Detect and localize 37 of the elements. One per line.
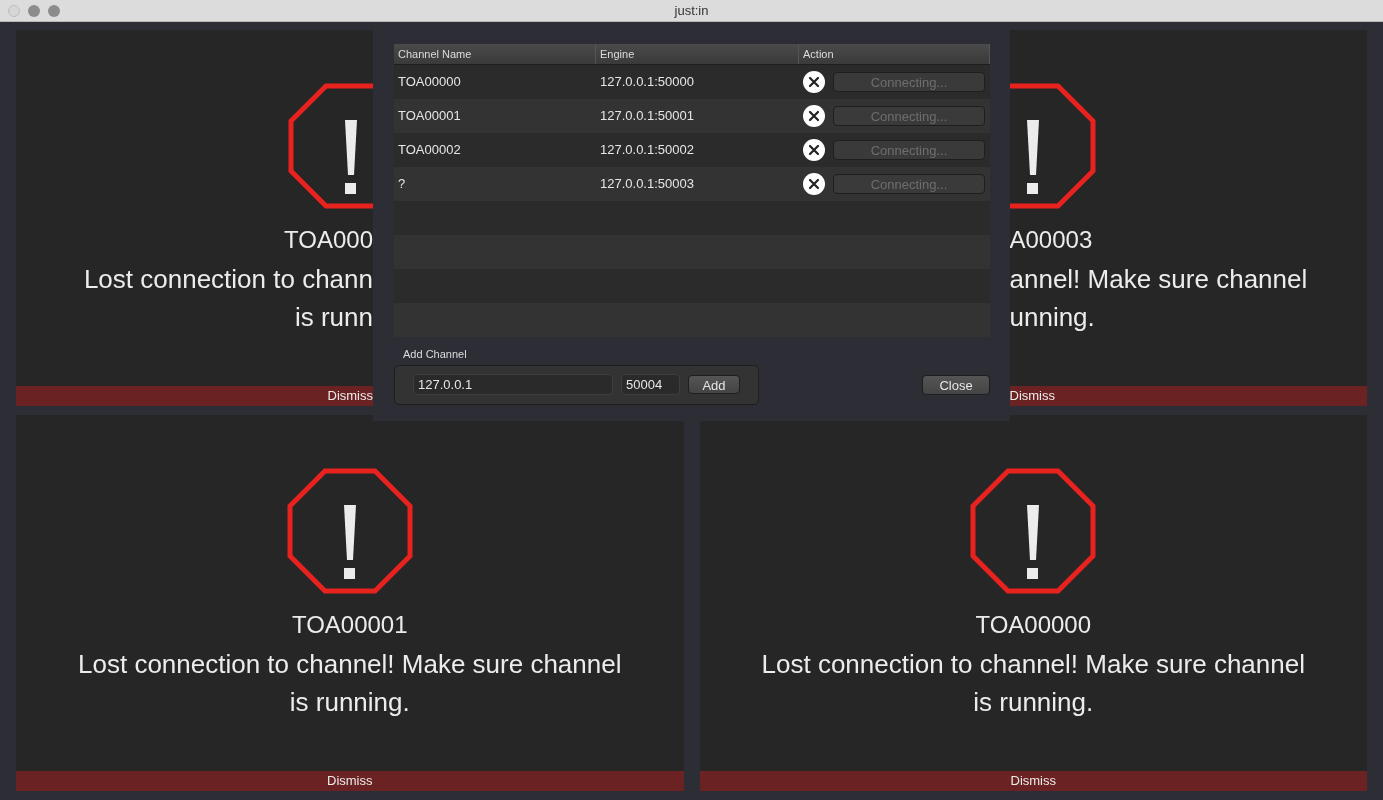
close-button[interactable]: Close bbox=[922, 374, 990, 395]
table-cell-text: 127.0.0.1:50000 bbox=[599, 73, 695, 92]
warning-stop-icon bbox=[970, 468, 1097, 594]
table-cell-text: TOA00000 bbox=[397, 73, 462, 92]
window-title: just:in bbox=[674, 2, 709, 18]
table-cell-text: 127.0.0.1:50002 bbox=[599, 141, 695, 160]
channel-name: A00003 bbox=[1009, 225, 1093, 255]
table-cell-text: TOA00001 bbox=[397, 107, 462, 126]
table-cell-text: 127.0.0.1:50001 bbox=[599, 107, 695, 126]
alert-message: Lost connection to channel! Make sure channel is running. bbox=[761, 648, 1305, 719]
channel-name: TOA000 bbox=[284, 225, 373, 255]
alert-message: Lost connection to chann is runn bbox=[83, 263, 373, 334]
dismiss-button[interactable]: Dismiss bbox=[1009, 386, 1055, 406]
warning-stop-icon bbox=[288, 83, 373, 209]
channel-name: TOA00000 bbox=[975, 610, 1092, 640]
channel-name: TOA00001 bbox=[291, 610, 408, 640]
table-cell-text: ? bbox=[397, 175, 407, 194]
alert-message: Lost connection to channel! Make sure channel is running. bbox=[78, 648, 622, 719]
port-field[interactable]: 50004 bbox=[621, 374, 680, 395]
remove-icon[interactable] bbox=[803, 139, 825, 161]
table-cell-text: 127.0.0.1:50003 bbox=[599, 175, 695, 194]
warning-stop-icon bbox=[1009, 83, 1096, 209]
alert-message: annel! Make sure channel unning. bbox=[1009, 263, 1308, 334]
column-header[interactable]: Engine bbox=[596, 44, 799, 64]
warning-stop-icon bbox=[286, 468, 413, 594]
group-label: Add Channel bbox=[402, 347, 468, 362]
host-field[interactable]: 127.0.0.1 bbox=[413, 374, 613, 395]
dismiss-button[interactable]: Dismiss bbox=[327, 771, 373, 791]
dismiss-button[interactable]: Dismiss bbox=[327, 386, 373, 406]
add-button[interactable]: Add bbox=[688, 375, 740, 394]
table-cell-text: TOA00002 bbox=[397, 141, 462, 160]
remove-icon[interactable] bbox=[803, 71, 825, 93]
column-header[interactable]: Action bbox=[799, 44, 990, 64]
remove-icon[interactable] bbox=[803, 173, 825, 195]
remove-icon[interactable] bbox=[803, 105, 825, 127]
dismiss-button[interactable]: Dismiss bbox=[1010, 771, 1056, 791]
column-header[interactable]: Channel Name bbox=[394, 44, 596, 64]
